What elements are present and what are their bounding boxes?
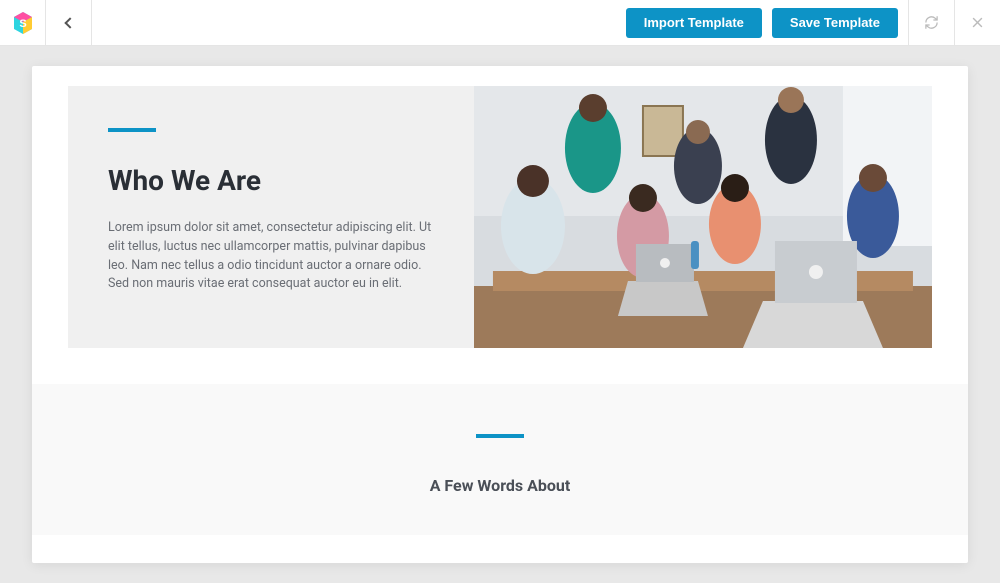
save-template-button[interactable]: Save Template (772, 8, 898, 38)
hero-text-col: Who We Are Lorem ipsum dolor sit amet, c… (68, 86, 474, 348)
about-section[interactable]: A Few Words About (32, 384, 968, 535)
team-photo-placeholder (474, 86, 932, 348)
app-logo-icon: S (11, 11, 35, 35)
svg-text:S: S (19, 18, 26, 30)
logo-box: S (0, 0, 46, 46)
header-toolbar: S Import Template Save Template (0, 0, 1000, 46)
chevron-left-icon (64, 17, 75, 28)
refresh-button[interactable] (908, 0, 954, 46)
hero-body-text: Lorem ipsum dolor sit amet, consectetur … (108, 219, 434, 294)
refresh-icon (924, 15, 939, 30)
accent-divider (108, 128, 156, 132)
hero-image (474, 86, 932, 348)
back-button[interactable] (46, 0, 92, 46)
accent-divider-center (476, 434, 524, 438)
hero-heading: Who We Are (108, 164, 434, 197)
canvas-area: Who We Are Lorem ipsum dolor sit amet, c… (0, 46, 1000, 583)
close-icon (970, 15, 985, 30)
page-canvas[interactable]: Who We Are Lorem ipsum dolor sit amet, c… (32, 66, 968, 563)
close-button[interactable] (954, 0, 1000, 46)
import-template-button[interactable]: Import Template (626, 8, 762, 38)
hero-section[interactable]: Who We Are Lorem ipsum dolor sit amet, c… (68, 86, 932, 348)
about-heading: A Few Words About (32, 476, 968, 495)
